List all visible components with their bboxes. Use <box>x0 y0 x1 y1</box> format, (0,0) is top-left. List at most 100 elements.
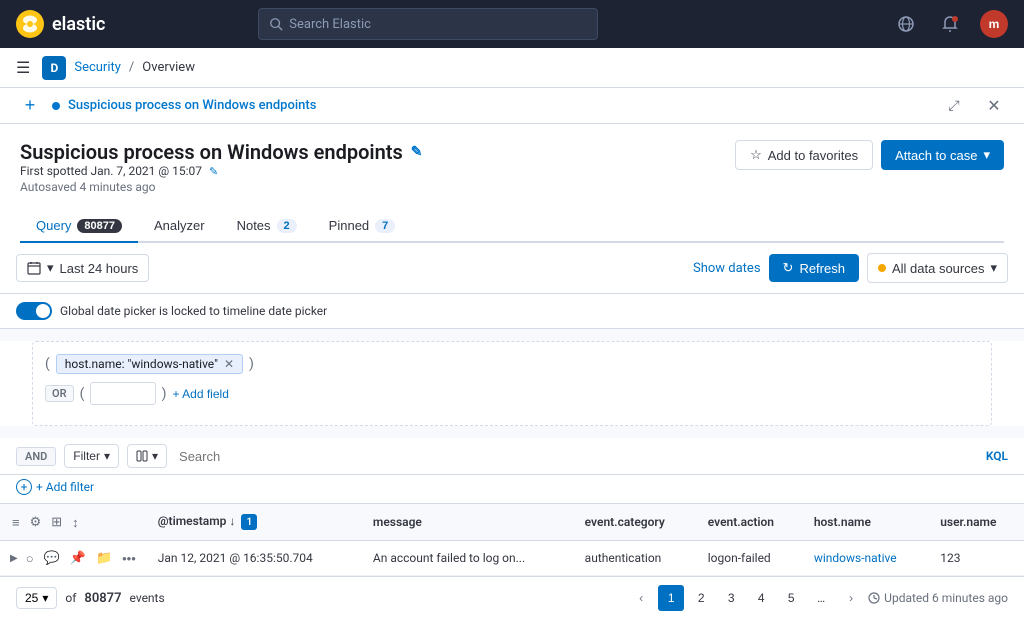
user-avatar-btn[interactable]: m <box>980 10 1008 38</box>
close-paren: ) <box>249 356 254 372</box>
col-header-timestamp: @timestamp ↓ 1 <box>148 504 363 541</box>
filter-bar: AND Filter ▾ ▾ KQL <box>0 438 1024 475</box>
cell-timestamp: Jan 12, 2021 @ 16:35:50.704 <box>148 541 363 576</box>
col-header-event-action: event.action <box>698 504 804 541</box>
page-4-button[interactable]: 4 <box>748 585 774 611</box>
expand-row-icon[interactable]: ▶ <box>10 553 18 564</box>
query-filter-area: ( host.name: "windows-native" ✕ ) OR ( )… <box>32 341 992 426</box>
cell-event-category: authentication <box>575 541 698 576</box>
results-table: ≡ ⚙ ⊞ ↕ @timestamp ↓ 1 message event.cat… <box>0 503 1024 576</box>
results-table-wrapper: ≡ ⚙ ⊞ ↕ @timestamp ↓ 1 message event.cat… <box>0 503 1024 576</box>
notifications-btn[interactable] <box>936 10 964 38</box>
cell-event-action: logon-failed <box>698 541 804 576</box>
tab-notes[interactable]: Notes 2 <box>221 210 313 243</box>
notes-tab-badge: 2 <box>277 219 297 233</box>
edit-title-icon[interactable]: ✎ <box>411 144 423 160</box>
col-header-host-name: host.name <box>804 504 930 541</box>
kql-badge[interactable]: KQL <box>986 449 1008 463</box>
updated-text: Updated 6 minutes ago <box>868 591 1008 605</box>
alert-dot <box>52 102 60 110</box>
date-lock-row: Global date picker is locked to timeline… <box>0 294 1024 329</box>
columns-button[interactable]: ▾ <box>127 444 167 468</box>
filter-dropdown-button[interactable]: Filter ▾ <box>64 444 119 468</box>
pagination-of-text: of <box>65 591 76 605</box>
sort-down-icon: ↓ <box>229 514 235 528</box>
page-5-button[interactable]: 5 <box>778 585 804 611</box>
chevron-down-icon: ▾ <box>152 449 158 463</box>
page-numbers: ‹ 1 2 3 4 5 … › Updated 6 minutes ago <box>628 585 1008 611</box>
chevron-down-icon: ▾ <box>990 260 997 276</box>
row-more-btn[interactable]: ••• <box>120 549 138 568</box>
menu-button[interactable]: ☰ <box>12 54 34 82</box>
add-to-favorites-button[interactable]: ☆ Add to favorites <box>735 140 873 170</box>
tab-query[interactable]: Query 80877 <box>20 210 138 243</box>
page-2-button[interactable]: 2 <box>688 585 714 611</box>
refresh-icon: ↻ <box>783 260 794 276</box>
page-3-button[interactable]: 3 <box>718 585 744 611</box>
breadcrumb-separator: / <box>129 60 134 75</box>
tab-analyzer[interactable]: Analyzer <box>138 210 221 243</box>
host-name-link[interactable]: windows-native <box>814 551 897 565</box>
top-navigation: elastic Search Elastic m <box>0 0 1024 48</box>
list-view-icon-btn[interactable]: ≡ <box>10 513 22 532</box>
row-folder-btn[interactable]: 📁 <box>94 548 114 568</box>
autosaved-text: Autosaved 4 minutes ago <box>20 180 423 194</box>
pinned-tab-badge: 7 <box>375 219 395 233</box>
sort-icon-btn[interactable]: ↕ <box>70 513 81 532</box>
page-title-row: Suspicious process on Windows endpoints … <box>20 140 1004 206</box>
chevron-down-icon: ▾ <box>983 147 990 163</box>
open-paren-2: ( <box>80 386 85 402</box>
filter-tag-host[interactable]: host.name: "windows-native" ✕ <box>56 354 243 374</box>
search-placeholder: Search Elastic <box>289 17 371 32</box>
date-lock-toggle[interactable] <box>16 302 52 320</box>
add-timeline-btn[interactable]: + <box>16 92 44 120</box>
sort-badge: 1 <box>241 514 257 530</box>
breadcrumb-bar: ☰ D Security / Overview <box>0 48 1024 88</box>
elastic-logo-icon <box>16 10 44 38</box>
columns-icon <box>136 450 148 462</box>
date-picker-button[interactable]: ▾ Last 24 hours <box>16 254 149 282</box>
col-header-event-category: event.category <box>575 504 698 541</box>
row-controls: ▶ ○ 💬 📌 📁 ••• <box>0 541 148 576</box>
cell-user-name: 123 <box>930 541 1024 576</box>
row-note-btn[interactable]: 💬 <box>42 548 62 568</box>
close-icon-btn[interactable]: ✕ <box>980 92 1008 120</box>
columns-icon-btn[interactable]: ⊞ <box>49 512 64 532</box>
page-1-button[interactable]: 1 <box>658 585 684 611</box>
all-data-sources-button[interactable]: All data sources ▾ <box>867 253 1008 283</box>
settings-icon-btn[interactable]: ⚙ <box>28 512 44 532</box>
and-badge: AND <box>16 447 56 466</box>
refresh-button[interactable]: ↻ Refresh <box>769 254 859 282</box>
globe-icon-btn[interactable] <box>892 10 920 38</box>
row-pin-btn[interactable]: ○ <box>24 549 36 568</box>
tabs: Query 80877 Analyzer Notes 2 Pinned 7 <box>20 210 1004 243</box>
date-lock-message: Global date picker is locked to timeline… <box>60 304 327 318</box>
pagination-total: 80877 <box>84 591 121 606</box>
add-field-button[interactable]: + Add field <box>172 387 228 401</box>
edit-date-icon[interactable]: ✎ <box>209 165 218 178</box>
page-title: Suspicious process on Windows endpoints … <box>20 140 423 164</box>
data-source-dot <box>878 264 886 272</box>
per-page-select[interactable]: 25 ▾ <box>16 587 57 609</box>
attach-to-case-button[interactable]: Attach to case ▾ <box>881 140 1004 170</box>
logo-text: elastic <box>52 14 105 35</box>
filter-tag-close[interactable]: ✕ <box>224 357 234 371</box>
breadcrumb-current: Overview <box>142 60 195 75</box>
close-paren-2: ) <box>162 386 167 402</box>
tab-pinned[interactable]: Pinned 7 <box>313 210 412 243</box>
col-header-user-name: user.name <box>930 504 1024 541</box>
logo[interactable]: elastic <box>16 10 105 38</box>
search-bar[interactable]: Search Elastic <box>258 8 598 40</box>
add-filter-circle-icon: + <box>16 479 32 495</box>
title-buttons: ☆ Add to favorites Attach to case ▾ <box>735 140 1004 170</box>
globe-icon <box>897 15 915 33</box>
row-pin2-btn[interactable]: 📌 <box>68 548 88 568</box>
add-filter-link[interactable]: + Add filter <box>36 480 94 494</box>
security-breadcrumb[interactable]: Security <box>74 60 121 75</box>
popout-icon-btn[interactable]: ⤢ <box>940 92 968 120</box>
next-page-button[interactable]: › <box>838 585 864 611</box>
alert-bar: + Suspicious process on Windows endpoint… <box>0 88 1024 124</box>
prev-page-button[interactable]: ‹ <box>628 585 654 611</box>
search-input[interactable] <box>175 445 978 468</box>
show-dates-link[interactable]: Show dates <box>693 261 761 276</box>
